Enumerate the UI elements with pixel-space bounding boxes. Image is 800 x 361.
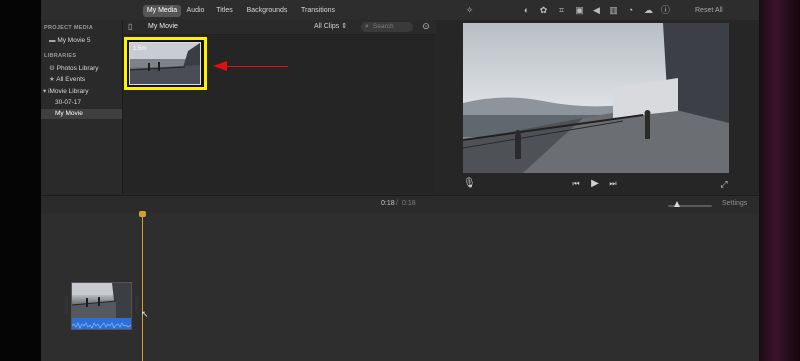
viewer-video-frame[interactable] <box>463 23 729 173</box>
sidebar-item-all-events[interactable]: ★ All Events <box>49 75 85 85</box>
libraries-heading: LIBRARIES <box>44 53 77 59</box>
annotation-arrow-icon <box>213 61 227 71</box>
sidebar-item-photos-library[interactable]: ⚙ Photos Library <box>49 64 99 74</box>
reset-all-button[interactable]: Reset All <box>695 5 723 16</box>
sidebar-item-label: My Movie 5 <box>57 37 91 44</box>
timeline-area[interactable] <box>41 214 759 361</box>
gear-icon: ⚙ <box>49 65 55 72</box>
chevron-updown-icon: ⇕ <box>341 23 348 30</box>
clip-filter-icon[interactable]: ☁ <box>643 5 654 16</box>
color-correction-icon[interactable]: ✿ <box>538 5 549 16</box>
sidebar-toggle-icon[interactable]: ▯ <box>128 22 132 32</box>
tab-audio[interactable]: Audio <box>184 5 207 17</box>
timeline-clip-video[interactable] <box>71 283 131 318</box>
fullscreen-icon[interactable]: ⤢ <box>718 177 730 191</box>
magic-wand-icon[interactable]: ✧ <box>464 5 475 16</box>
project-media-heading: PROJECT MEDIA <box>44 25 94 31</box>
stabilization-icon[interactable]: ▣ <box>574 5 585 16</box>
current-timecode: 0:18 <box>381 200 395 207</box>
timeline-clip-audio-waveform[interactable] <box>71 318 132 329</box>
sidebar-item-my-movie[interactable]: My Movie <box>41 109 122 119</box>
libraries-sidebar <box>41 20 123 194</box>
sidebar-item-label: All Events <box>56 76 86 83</box>
desktop-background-right <box>759 0 800 361</box>
color-balance-icon[interactable]: ◐ <box>521 5 532 16</box>
clip-trim-handle-left[interactable] <box>65 296 68 314</box>
tab-backgrounds[interactable]: Backgrounds <box>244 5 290 17</box>
playhead-handle[interactable] <box>139 211 146 217</box>
star-icon: ★ <box>49 76 55 83</box>
clip-filter-dropdown[interactable]: All Clips ⇕ <box>314 22 347 32</box>
playhead[interactable] <box>142 214 143 361</box>
sidebar-item-label: Photos Library <box>56 65 99 72</box>
desktop-background-left <box>0 0 41 361</box>
skip-back-icon[interactable]: ⏮ <box>570 177 582 191</box>
noise-reduction-icon[interactable]: ▥ <box>608 5 619 16</box>
info-icon[interactable]: ⓘ <box>660 5 671 16</box>
timeline-clip-thumbnail <box>71 283 131 318</box>
viewer-frame-image <box>463 23 729 173</box>
zoom-slider-knob[interactable] <box>674 201 680 207</box>
browser-title: My Movie <box>148 23 178 30</box>
timecode-separator: / <box>396 200 398 207</box>
film-icon: ▬ <box>49 37 56 44</box>
clip-duration-label: 1.5m <box>133 46 147 52</box>
sidebar-item-label: iMovie Library <box>48 88 89 95</box>
crop-icon[interactable]: ⌗ <box>556 5 567 16</box>
speed-icon[interactable]: ◔ <box>625 5 636 16</box>
total-timecode: 0:18 <box>402 200 416 207</box>
timeline-settings-button[interactable]: Settings <box>722 199 747 209</box>
tab-titles[interactable]: Titles <box>212 5 237 17</box>
search-placeholder: Search <box>373 23 394 30</box>
tab-transitions[interactable]: Transitions <box>299 5 337 17</box>
volume-icon[interactable]: ◀ <box>591 5 602 16</box>
sidebar-item-event-date[interactable]: 30-07-17 <box>55 98 81 108</box>
waveform-icon <box>71 322 132 329</box>
timeline-header <box>41 195 759 215</box>
clip-trim-handle-right[interactable] <box>135 296 138 314</box>
microphone-icon[interactable]: 🎙 <box>463 177 476 191</box>
sidebar-item-project[interactable]: ▬ My Movie 5 <box>49 36 91 46</box>
annotation-arrow-shaft <box>227 66 288 67</box>
browser-settings-icon[interactable]: ⊙ <box>421 21 431 31</box>
mouse-cursor-icon: ↖ <box>141 309 149 319</box>
tab-my-media[interactable]: My Media <box>143 5 181 17</box>
disclosure-icon: ▾ <box>43 88 47 95</box>
skip-forward-icon[interactable]: ⏭ <box>607 177 619 191</box>
play-icon[interactable]: ▶ <box>588 177 602 191</box>
search-icon: ⌕ <box>365 23 369 30</box>
sidebar-item-imovie-library[interactable]: ▾ iMovie Library <box>43 87 89 97</box>
